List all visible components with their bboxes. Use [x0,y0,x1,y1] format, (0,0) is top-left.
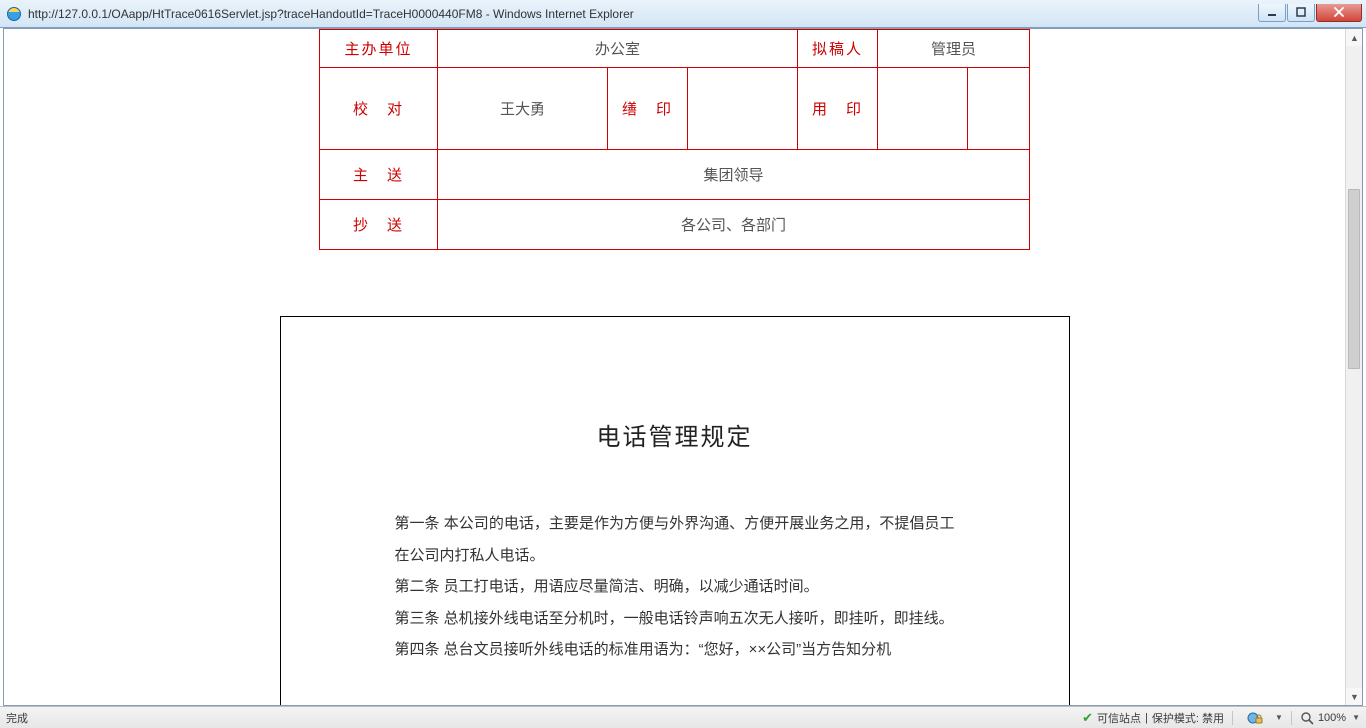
world-lock-icon[interactable] [1247,711,1263,725]
label-print: 用 印 [798,68,878,150]
vertical-scrollbar[interactable]: ▲ ▼ [1345,29,1362,705]
zoom-level: 100% [1318,712,1346,724]
minimize-icon [1267,7,1277,17]
label-proofread: 校 对 [319,68,437,150]
scroll-down-button[interactable]: ▼ [1346,688,1362,705]
form-table: 主办单位 办公室 拟稿人 管理员 校 对 王大勇 缮 印 用 印 [319,29,1030,250]
ie-icon [6,6,22,22]
table-row: 校 对 王大勇 缮 印 用 印 [319,68,1029,150]
dropdown-caret-icon[interactable]: ▼ [1275,713,1283,722]
value-drafter: 管理员 [878,30,1030,68]
value-proofread: 王大勇 [437,68,607,150]
form-panel: 主办单位 办公室 拟稿人 管理员 校 对 王大勇 缮 印 用 印 [260,29,1090,278]
close-icon [1333,7,1345,17]
scroll-up-icon: ▲ [1350,33,1359,43]
status-separator [1291,711,1292,725]
viewport: 主办单位 办公室 拟稿人 管理员 校 对 王大勇 缮 印 用 印 [3,28,1363,706]
spacer [260,250,1090,278]
paragraph: 第二条 员工打电话，用语应尽量简洁、明确，以减少通话时间。 [395,571,955,603]
close-button[interactable] [1316,4,1362,22]
status-separator [1232,711,1233,725]
titlebar: http://127.0.0.1/OAapp/HtTrace0616Servle… [0,0,1366,28]
page-content: 主办单位 办公室 拟稿人 管理员 校 对 王大勇 缮 印 用 印 [4,29,1345,705]
paragraph: 第四条 总台文员接听外线电话的标准用语为：“您好，××公司”当方告知分机 [395,634,955,666]
table-row: 抄 送 各公司、各部门 [319,200,1029,250]
maximize-button[interactable] [1287,4,1315,22]
dropdown-caret-icon[interactable]: ▼ [1352,713,1360,722]
value-print-extra [968,68,1030,150]
checkmark-icon: ✔ [1082,710,1093,726]
label-host-unit: 主办单位 [319,30,437,68]
paragraph: 第一条 本公司的电话，主要是作为方便与外界沟通、方便开展业务之用，不提倡员工在公… [395,508,955,571]
window-title: http://127.0.0.1/OAapp/HtTrace0616Servle… [28,7,1257,21]
value-print [878,68,968,150]
document-title: 电话管理规定 [297,417,1053,452]
status-protected-mode: 保护模式: 禁用 [1152,710,1224,726]
value-main-send: 集团领导 [437,150,1029,200]
value-host-unit: 办公室 [437,30,797,68]
zoom-icon [1300,711,1314,725]
zoom-control[interactable]: 100% ▼ [1300,711,1360,725]
minimize-button[interactable] [1258,4,1286,22]
scrollbar-thumb[interactable] [1348,189,1360,369]
browser-window: http://127.0.0.1/OAapp/HtTrace0616Servle… [0,0,1366,728]
document-panel: 电话管理规定 第一条 本公司的电话，主要是作为方便与外界沟通、方便开展业务之用，… [260,294,1090,705]
maximize-icon [1296,7,1306,17]
document-body: 第一条 本公司的电话，主要是作为方便与外界沟通、方便开展业务之用，不提倡员工在公… [395,508,955,666]
window-buttons [1257,4,1362,24]
status-done: 完成 [6,710,1082,726]
scroll-down-icon: ▼ [1350,692,1359,702]
scroll-up-button[interactable]: ▲ [1346,29,1362,46]
document-page: 电话管理规定 第一条 本公司的电话，主要是作为方便与外界沟通、方便开展业务之用，… [280,316,1070,705]
status-trusted: 可信站点 [1097,710,1141,726]
table-row: 主 送 集团领导 [319,150,1029,200]
page-scroll: 主办单位 办公室 拟稿人 管理员 校 对 王大勇 缮 印 用 印 [4,29,1362,705]
paragraph: 第三条 总机接外线电话至分机时，一般电话铃声响五次无人接听，即挂听，即挂线。 [395,603,955,635]
label-cc: 抄 送 [319,200,437,250]
statusbar: 完成 ✔ 可信站点 | 保护模式: 禁用 ▼ 100% ▼ [0,706,1366,728]
value-seal [687,68,797,150]
label-main-send: 主 送 [319,150,437,200]
label-seal: 缮 印 [607,68,687,150]
table-row: 主办单位 办公室 拟稿人 管理员 [319,30,1029,68]
status-separator-text: | [1145,712,1148,724]
label-drafter: 拟稿人 [798,30,878,68]
value-cc: 各公司、各部门 [437,200,1029,250]
